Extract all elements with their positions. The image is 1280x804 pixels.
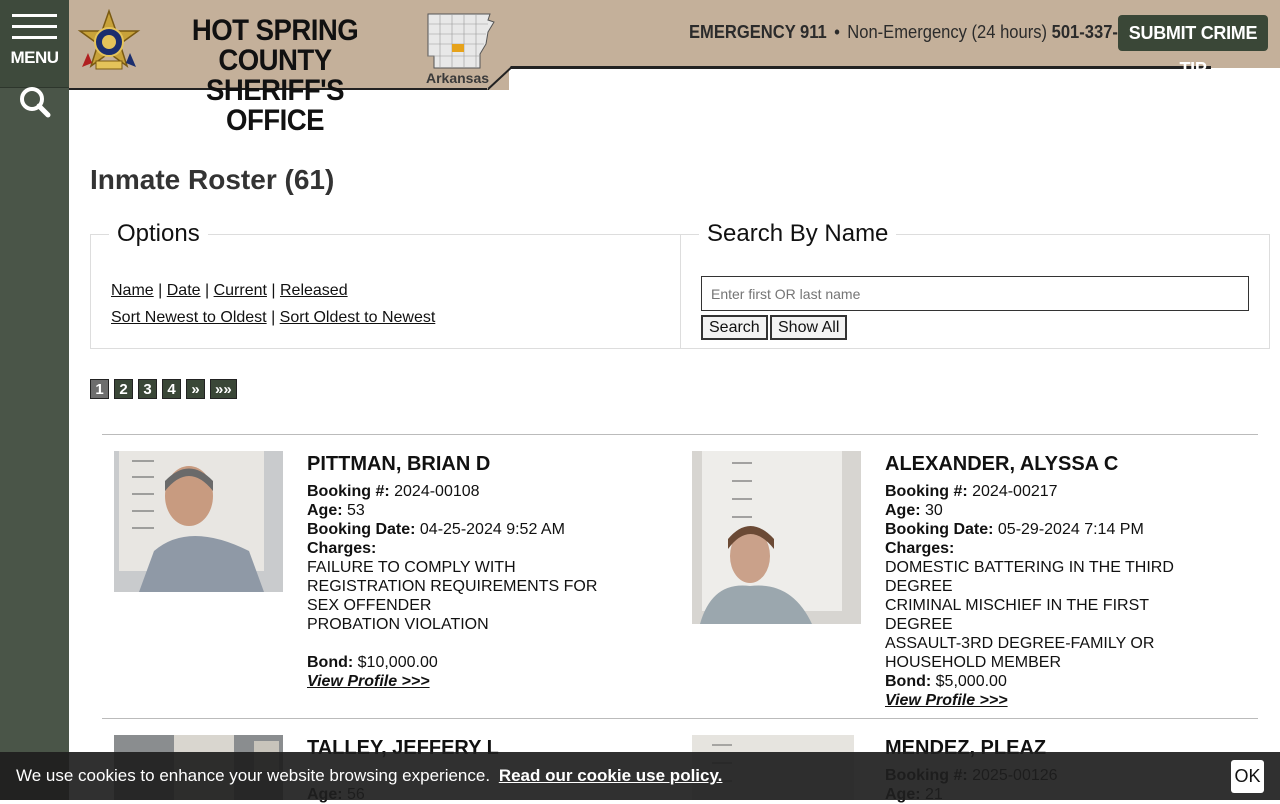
sort-oldest-link[interactable]: Sort Oldest to Newest	[280, 309, 436, 326]
charge-item: CRIMINAL MISCHIEF IN THE FIRST DEGREE	[885, 597, 1149, 633]
divider	[102, 718, 1258, 719]
contact-info: EMERGENCY 911 • Non-Emergency (24 hours) 5…	[689, 22, 1155, 42]
inmate-age: 53	[347, 502, 365, 519]
hamburger-icon	[12, 25, 57, 28]
state-label: Arkansas	[426, 70, 490, 86]
bond-amount: $10,000.00	[357, 654, 438, 671]
arkansas-map-icon	[424, 10, 496, 72]
pagination: 1 2 3 4 » »»	[90, 379, 237, 399]
emergency-label[interactable]: EMERGENCY 911	[689, 22, 827, 42]
bond-amount: $5,000.00	[935, 673, 1007, 690]
cookie-ok-button[interactable]: OK	[1231, 760, 1264, 793]
page-2-button[interactable]: 2	[114, 379, 133, 399]
submit-crime-tip-button[interactable]: SUBMIT CRIME TIP	[1118, 15, 1268, 79]
search-legend: Search By Name	[707, 220, 889, 247]
divider	[102, 434, 1258, 435]
booking-date: 04-25-2024 9:52 AM	[419, 521, 565, 538]
filter-current-link[interactable]: Current	[214, 282, 267, 299]
next-page-button[interactable]: »	[186, 379, 205, 399]
charge-item: FAILURE TO COMPLY WITH REGISTRATION REQU…	[307, 559, 598, 614]
search-button[interactable]: Search	[701, 315, 768, 340]
office-title-line2: SHERIFF'S OFFICE	[205, 74, 345, 137]
page-3-button[interactable]: 3	[138, 379, 157, 399]
inmate-details: Booking #: 2024-00217 Age: 30 Booking Da…	[885, 483, 1174, 709]
office-title-line1: HOT SPRING COUNTY	[191, 14, 359, 77]
filter-name-link[interactable]: Name	[111, 282, 154, 299]
filter-date-link[interactable]: Date	[167, 282, 201, 299]
name-search-input[interactable]	[701, 276, 1249, 311]
options-panel: Options Name | Date | Current | Released…	[90, 220, 681, 349]
filter-released-link[interactable]: Released	[280, 282, 348, 299]
booking-number: 2024-00217	[972, 483, 1058, 500]
hamburger-icon	[12, 14, 57, 17]
charge-item: ASSAULT-3RD DEGREE-FAMILY OR HOUSEHOLD M…	[885, 635, 1155, 671]
page-4-button[interactable]: 4	[162, 379, 181, 399]
last-page-button[interactable]: »»	[210, 379, 237, 399]
cookie-banner: We use cookies to enhance your website b…	[0, 752, 1280, 800]
menu-button[interactable]: MENU	[0, 0, 69, 88]
charge-item: PROBATION VIOLATION	[307, 616, 489, 633]
options-legend: Options	[117, 220, 200, 247]
sort-newest-link[interactable]: Sort Newest to Oldest	[111, 309, 267, 326]
inmate-photo[interactable]	[114, 451, 283, 592]
office-title[interactable]: HOT SPRING COUNTY SHERIFF'S OFFICE	[160, 16, 390, 136]
booking-date: 05-29-2024 7:14 PM	[997, 521, 1144, 538]
show-all-button[interactable]: Show All	[770, 315, 848, 340]
sheriff-badge-logo[interactable]	[74, 8, 144, 79]
cookie-policy-link[interactable]: Read our cookie use policy.	[499, 766, 723, 785]
inmate-age: 30	[925, 502, 943, 519]
hamburger-icon	[12, 36, 57, 39]
search-icon[interactable]	[14, 84, 54, 120]
inmate-photo[interactable]	[692, 451, 861, 624]
view-profile-link[interactable]: View Profile >>>	[885, 692, 1008, 709]
inmate-name[interactable]: ALEXANDER, ALYSSA C	[885, 453, 1118, 476]
filter-links: Name | Date | Current | Released	[111, 282, 348, 299]
booking-number: 2024-00108	[394, 483, 480, 500]
sort-links: Sort Newest to Oldest | Sort Oldest to N…	[111, 309, 436, 326]
page-title: Inmate Roster (61)	[90, 164, 335, 195]
cookie-text: We use cookies to enhance your website b…	[16, 766, 491, 785]
charge-item: DOMESTIC BATTERING IN THE THIRD DEGREE	[885, 559, 1174, 595]
page-1-button[interactable]: 1	[90, 379, 109, 399]
search-panel: Search By Name Search Show All	[680, 220, 1270, 349]
inmate-name[interactable]: PITTMAN, BRIAN D	[307, 453, 490, 476]
inmate-details: Booking #: 2024-00108 Age: 53 Booking Da…	[307, 482, 607, 691]
view-profile-link[interactable]: View Profile >>>	[307, 673, 430, 690]
non-emergency-label: Non-Emergency (24 hours)	[847, 22, 1048, 42]
menu-label: MENU	[10, 48, 59, 67]
